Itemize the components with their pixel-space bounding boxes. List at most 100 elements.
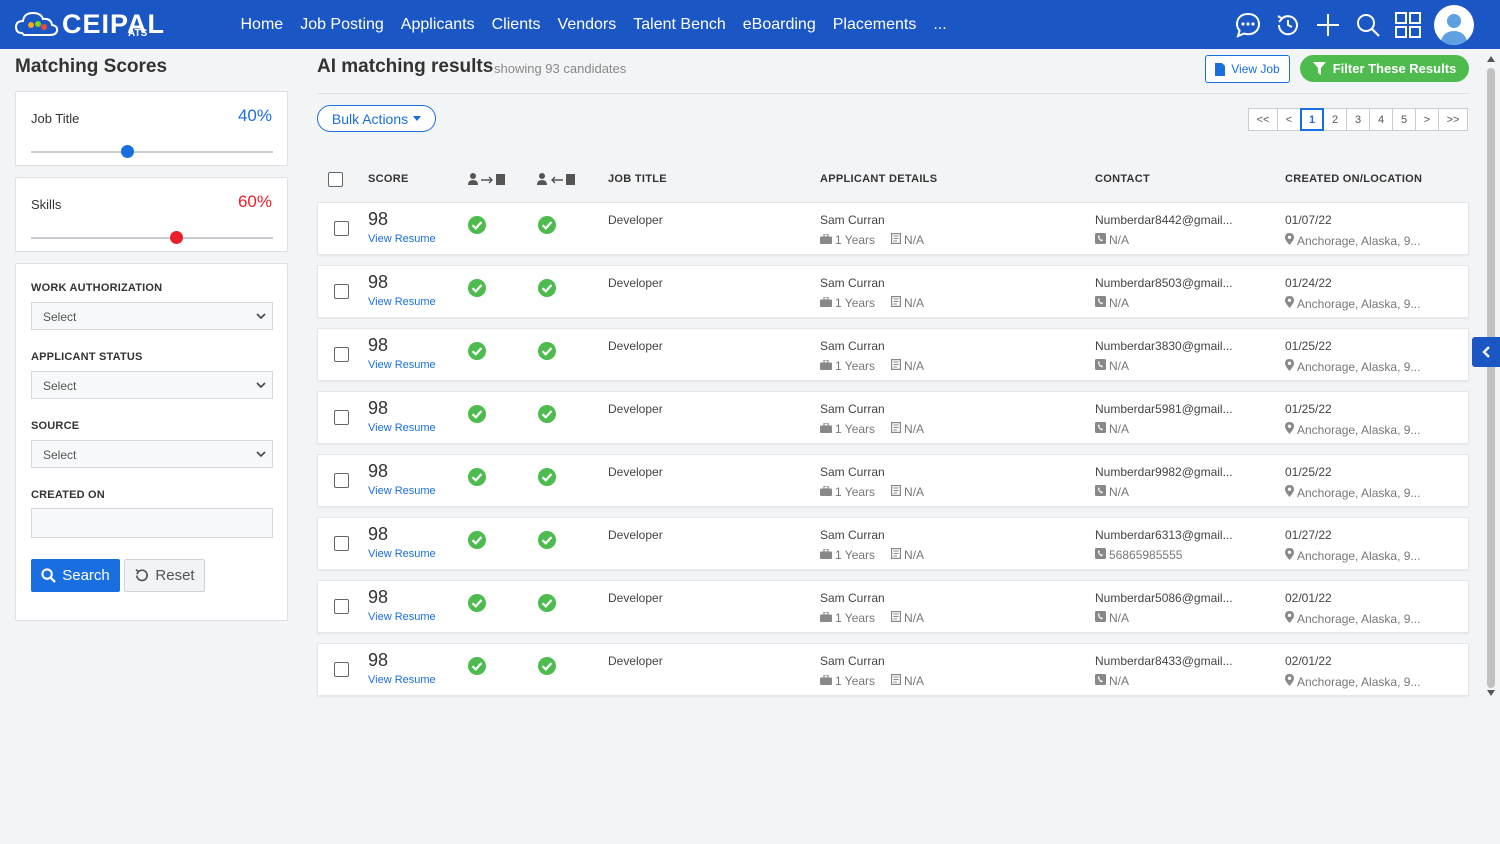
location-text: Anchorage, Alaska, 9... xyxy=(1297,233,1421,248)
check-circle-icon xyxy=(468,216,486,239)
skills-slider-knob[interactable] xyxy=(169,231,183,244)
row-checkbox[interactable] xyxy=(334,599,349,614)
phone: 56865985555 xyxy=(1109,548,1183,562)
row-checkbox[interactable] xyxy=(334,662,349,677)
page-first[interactable]: << xyxy=(1248,108,1278,131)
result-row[interactable]: 98 View Resume Developer Sam Curran 1 Ye… xyxy=(317,265,1469,318)
email[interactable]: Numberdar8433@gmail... xyxy=(1095,654,1233,668)
view-resume-link[interactable]: View Resume xyxy=(368,422,436,434)
search-icon[interactable] xyxy=(1354,11,1382,39)
phone-contact: 56865985555 xyxy=(1095,548,1182,562)
email[interactable]: Numberdar9982@gmail... xyxy=(1095,465,1233,479)
scroll-thumb[interactable] xyxy=(1487,68,1495,688)
view-resume-link[interactable]: View Resume xyxy=(368,233,436,245)
view-resume-link[interactable]: View Resume xyxy=(368,611,436,623)
view-resume-link[interactable]: View Resume xyxy=(368,674,436,686)
page-1[interactable]: 1 xyxy=(1300,108,1324,131)
source-select[interactable]: Select xyxy=(31,440,273,468)
avatar[interactable] xyxy=(1434,4,1474,45)
email[interactable]: Numberdar3830@gmail... xyxy=(1095,339,1233,353)
row-checkbox[interactable] xyxy=(334,410,349,425)
header-score[interactable]: SCORE xyxy=(368,173,409,185)
page-prev[interactable]: < xyxy=(1277,108,1301,131)
applicant-name[interactable]: Sam Curran xyxy=(820,402,885,416)
nav-more[interactable]: ... xyxy=(933,16,946,34)
check-circle-icon xyxy=(538,657,556,680)
row-checkbox[interactable] xyxy=(334,221,349,236)
created-on-input[interactable] xyxy=(31,508,273,538)
result-row[interactable]: 98 View Resume Developer Sam Curran 1 Ye… xyxy=(317,517,1469,570)
view-resume-link[interactable]: View Resume xyxy=(368,548,436,560)
result-row[interactable]: 98 View Resume Developer Sam Curran 1 Ye… xyxy=(317,391,1469,444)
side-panel-toggle[interactable] xyxy=(1472,337,1500,367)
scrollbar[interactable] xyxy=(1486,56,1496,696)
applicant-status-select[interactable]: Select xyxy=(31,371,273,399)
page-4[interactable]: 4 xyxy=(1369,108,1393,131)
row-checkbox[interactable] xyxy=(334,473,349,488)
page-5[interactable]: 5 xyxy=(1392,108,1416,131)
match-score: 98 xyxy=(368,335,389,355)
view-job-button[interactable]: View Job xyxy=(1205,55,1290,83)
nav-job-posting[interactable]: Job Posting xyxy=(300,16,384,34)
nav-applicants[interactable]: Applicants xyxy=(401,16,475,34)
result-row[interactable]: 98 View Resume Developer Sam Curran 1 Ye… xyxy=(317,580,1469,633)
applicant-name[interactable]: Sam Curran xyxy=(820,465,885,479)
phone-contact: N/A xyxy=(1095,233,1129,247)
view-resume-link[interactable]: View Resume xyxy=(368,296,436,308)
filter-results-button[interactable]: Filter These Results xyxy=(1300,55,1469,82)
select-all-checkbox[interactable] xyxy=(328,172,343,187)
job-title-slider-track[interactable] xyxy=(31,145,273,158)
header-applicant-details[interactable]: APPLICANT DETAILS xyxy=(820,173,937,185)
applicant-name[interactable]: Sam Curran xyxy=(820,591,885,605)
header-created-location[interactable]: CREATED ON/LOCATION xyxy=(1285,173,1422,185)
nav-home[interactable]: Home xyxy=(241,16,284,34)
row-checkbox[interactable] xyxy=(334,347,349,362)
check-circle-icon xyxy=(468,279,486,302)
header-job-title[interactable]: JOB TITLE xyxy=(608,173,667,185)
nav-vendors[interactable]: Vendors xyxy=(558,16,617,34)
view-resume-link[interactable]: View Resume xyxy=(368,359,436,371)
briefcase-icon xyxy=(820,233,832,247)
skills-slider-track[interactable] xyxy=(31,231,273,244)
view-resume-link[interactable]: View Resume xyxy=(368,485,436,497)
check-circle-icon xyxy=(468,594,486,617)
page-3[interactable]: 3 xyxy=(1346,108,1370,131)
applicant-name[interactable]: Sam Curran xyxy=(820,213,885,227)
grid-icon[interactable] xyxy=(1394,11,1422,39)
page-last[interactable]: >> xyxy=(1438,108,1468,131)
page-next[interactable]: > xyxy=(1415,108,1439,131)
phone-icon xyxy=(1095,359,1106,373)
nav-placements[interactable]: Placements xyxy=(833,16,917,34)
applicant-name[interactable]: Sam Curran xyxy=(820,654,885,668)
history-icon[interactable] xyxy=(1274,11,1302,39)
job-title-slider-knob[interactable] xyxy=(121,145,135,158)
applicant-name[interactable]: Sam Curran xyxy=(820,339,885,353)
reset-button[interactable]: Reset xyxy=(124,559,205,592)
bulk-actions-button[interactable]: Bulk Actions xyxy=(317,105,436,132)
pagination: << < 1 2 3 4 5 > >> xyxy=(1248,108,1468,131)
email[interactable]: Numberdar8442@gmail... xyxy=(1095,213,1233,227)
nav-eboarding[interactable]: eBoarding xyxy=(743,16,816,34)
nav-clients[interactable]: Clients xyxy=(492,16,541,34)
scroll-down-icon[interactable] xyxy=(1487,690,1495,696)
result-row[interactable]: 98 View Resume Developer Sam Curran 1 Ye… xyxy=(317,202,1469,255)
search-button[interactable]: Search xyxy=(31,559,120,592)
applicant-name[interactable]: Sam Curran xyxy=(820,276,885,290)
result-row[interactable]: 98 View Resume Developer Sam Curran 1 Ye… xyxy=(317,328,1469,381)
result-row[interactable]: 98 View Resume Developer Sam Curran 1 Ye… xyxy=(317,454,1469,507)
result-row[interactable]: 98 View Resume Developer Sam Curran 1 Ye… xyxy=(317,643,1469,696)
nav-talent-bench[interactable]: Talent Bench xyxy=(633,16,726,34)
email[interactable]: Numberdar8503@gmail... xyxy=(1095,276,1233,290)
email[interactable]: Numberdar6313@gmail... xyxy=(1095,528,1233,542)
row-checkbox[interactable] xyxy=(334,284,349,299)
row-checkbox[interactable] xyxy=(334,536,349,551)
chat-icon[interactable] xyxy=(1234,11,1262,39)
email[interactable]: Numberdar5981@gmail... xyxy=(1095,402,1233,416)
page-2[interactable]: 2 xyxy=(1323,108,1347,131)
plus-icon[interactable] xyxy=(1314,11,1342,39)
email[interactable]: Numberdar5086@gmail... xyxy=(1095,591,1233,605)
header-contact[interactable]: CONTACT xyxy=(1095,173,1150,185)
scroll-up-icon[interactable] xyxy=(1487,56,1495,62)
applicant-name[interactable]: Sam Curran xyxy=(820,528,885,542)
work-authorization-select[interactable]: Select xyxy=(31,302,273,330)
